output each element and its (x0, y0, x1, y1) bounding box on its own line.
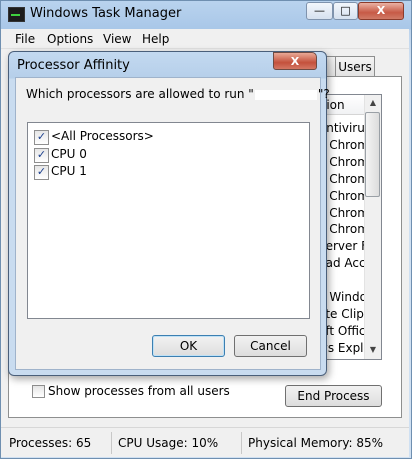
show-all-users-checkbox[interactable] (32, 385, 45, 398)
scroll-up-arrow-icon[interactable]: ▲ (365, 95, 381, 111)
dialog-title: Processor Affinity (17, 58, 130, 73)
menu-bar: File Options View Help (1, 29, 409, 49)
title-bar: Windows Task Manager (6, 5, 206, 25)
all-processors-label[interactable]: <All Processors> (51, 129, 154, 143)
redacted-process-name (254, 89, 317, 100)
status-physical-memory: Physical Memory: 85% (248, 436, 384, 450)
menu-help[interactable]: Help (142, 32, 169, 46)
end-process-button[interactable]: End Process (285, 385, 382, 407)
close-button[interactable]: X (358, 2, 404, 20)
show-all-users-label[interactable]: Show processes from all users (48, 384, 230, 398)
minimize-button[interactable]: — (306, 2, 333, 20)
scroll-down-arrow-icon[interactable]: ▼ (365, 342, 381, 358)
menu-view[interactable]: View (103, 32, 131, 46)
question-suffix: "? (317, 87, 330, 101)
menu-options[interactable]: Options (47, 32, 93, 46)
cpu-0-label[interactable]: CPU 0 (51, 147, 87, 161)
menu-file[interactable]: File (15, 32, 35, 46)
cpu-1-checkbox[interactable]: ✓ (34, 165, 49, 180)
scroll-thumb[interactable] (365, 112, 380, 197)
status-divider (241, 432, 242, 454)
cancel-button[interactable]: Cancel (234, 335, 307, 357)
status-processes: Processes: 65 (9, 436, 92, 450)
tab-users[interactable]: Users (335, 56, 375, 77)
dialog-close-button[interactable]: X (273, 52, 317, 70)
affinity-question: Which processors are allowed to run " "? (26, 87, 330, 101)
all-processors-checkbox[interactable]: ✓ (34, 130, 49, 145)
question-prefix: Which processors are allowed to run " (26, 87, 254, 101)
status-cpu-usage: CPU Usage: 10% (118, 436, 219, 450)
ok-button[interactable]: OK (152, 335, 225, 357)
cpu-0-checkbox[interactable]: ✓ (34, 148, 49, 163)
status-divider (111, 432, 112, 454)
cpu-1-label[interactable]: CPU 1 (51, 164, 87, 178)
maximize-button[interactable]: □ (333, 2, 358, 20)
task-manager-icon (8, 7, 25, 22)
status-bar: Processes: 65 CPU Usage: 10% Physical Me… (1, 427, 409, 457)
window-title: Windows Task Manager (30, 6, 182, 21)
